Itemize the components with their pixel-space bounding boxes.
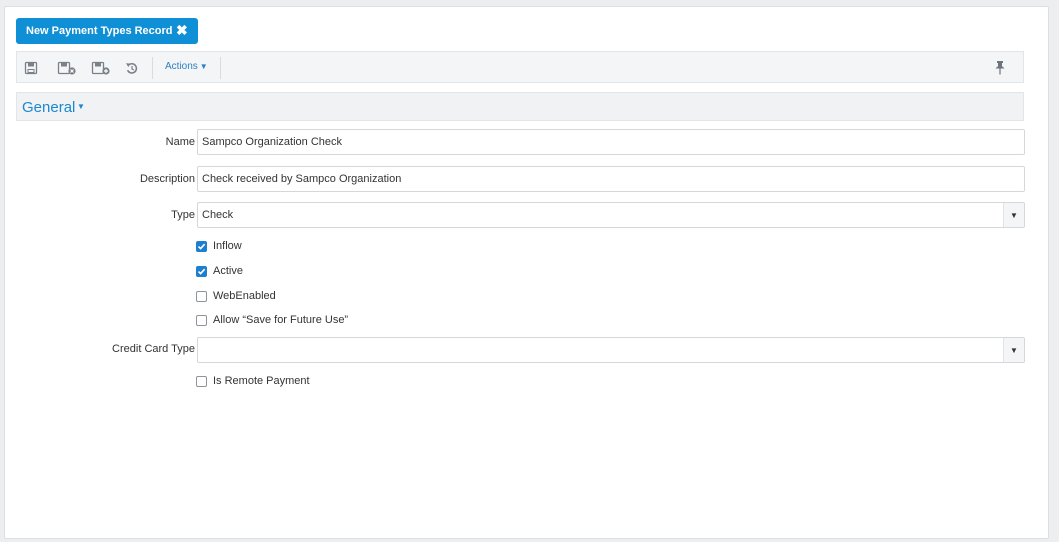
save-future-use-label: Allow “Save for Future Use” — [213, 314, 349, 326]
type-value: Check — [202, 209, 234, 221]
save-future-use-checkbox[interactable]: Allow “Save for Future Use” — [196, 314, 348, 326]
tab-label: New Payment Types Record — [26, 25, 173, 37]
checkbox-icon[interactable] — [196, 240, 207, 252]
record-tab[interactable]: New Payment Types Record ✖ — [16, 18, 198, 44]
type-label: Type — [171, 209, 195, 221]
undo-icon[interactable] — [124, 61, 140, 75]
webenabled-label: WebEnabled — [213, 290, 276, 302]
close-icon[interactable]: ✖ — [176, 22, 188, 39]
toolbar: Actions ▼ — [16, 51, 1024, 83]
inflow-checkbox[interactable]: Inflow — [196, 240, 242, 252]
caret-down-icon: ▼ — [77, 102, 85, 111]
credit-card-type-label: Credit Card Type — [112, 343, 195, 355]
name-value: Sampco Organization Check — [202, 136, 343, 148]
pin-icon[interactable] — [994, 60, 1006, 76]
webenabled-checkbox[interactable]: WebEnabled — [196, 290, 276, 302]
save-icon[interactable] — [24, 61, 40, 75]
name-label: Name — [165, 136, 195, 148]
caret-down-icon: ▼ — [199, 62, 208, 71]
type-select[interactable]: Check ▼ — [197, 202, 1025, 228]
remote-payment-checkbox[interactable]: Is Remote Payment — [196, 375, 310, 387]
save-close-icon[interactable] — [57, 61, 77, 75]
section-title: General — [22, 99, 76, 116]
checkbox-icon[interactable] — [196, 290, 207, 302]
toolbar-divider — [220, 57, 221, 79]
actions-label: Actions — [165, 61, 198, 72]
checkbox-icon[interactable] — [196, 314, 207, 326]
description-label: Description — [139, 173, 195, 185]
checkbox-icon[interactable] — [196, 375, 207, 387]
description-input[interactable]: Check received by Sampco Organization — [197, 166, 1025, 192]
general-section-header[interactable]: General ▼ — [16, 92, 1024, 121]
save-new-icon[interactable] — [91, 61, 111, 75]
inflow-label: Inflow — [213, 240, 242, 252]
dropdown-arrow-icon[interactable]: ▼ — [1003, 338, 1024, 362]
remote-payment-label: Is Remote Payment — [213, 375, 310, 387]
record-panel — [4, 6, 1049, 539]
actions-menu[interactable]: Actions ▼ — [165, 61, 208, 72]
active-checkbox[interactable]: Active — [196, 265, 243, 277]
toolbar-divider — [152, 57, 153, 79]
checkbox-icon[interactable] — [196, 265, 207, 277]
credit-card-type-select[interactable]: ▼ — [197, 337, 1025, 363]
name-input[interactable]: Sampco Organization Check — [197, 129, 1025, 155]
description-value: Check received by Sampco Organization — [202, 173, 402, 185]
active-label: Active — [213, 265, 243, 277]
dropdown-arrow-icon[interactable]: ▼ — [1003, 203, 1024, 227]
